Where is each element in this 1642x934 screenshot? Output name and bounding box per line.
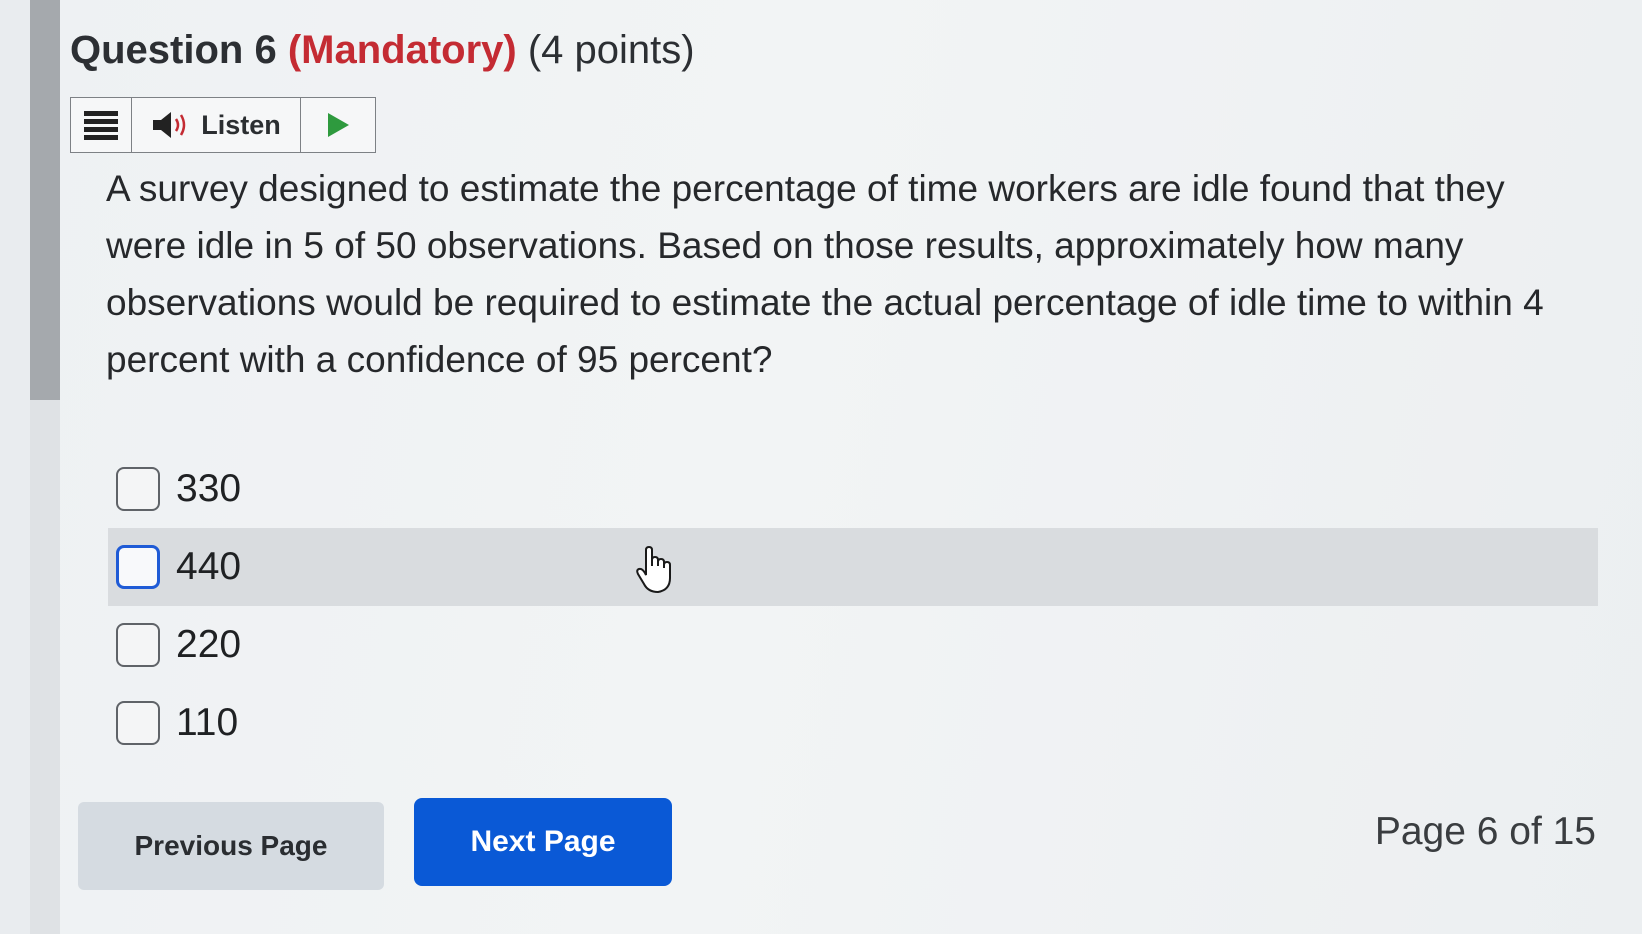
option-label: 110 — [176, 701, 239, 744]
listen-button[interactable]: Listen — [132, 98, 301, 152]
readspeaker-toolbar: Listen — [70, 97, 376, 153]
previous-page-button[interactable]: Previous Page — [78, 802, 384, 890]
next-page-button[interactable]: Next Page — [414, 798, 672, 886]
hamburger-icon — [84, 108, 118, 143]
option-330[interactable]: 330 — [108, 450, 1598, 528]
listen-label: Listen — [201, 109, 281, 140]
left-margin — [30, 400, 60, 934]
page-indicator: Page 6 of 15 — [1374, 810, 1596, 853]
option-440[interactable]: 440 — [108, 528, 1598, 606]
answer-options: 330 440 220 110 — [108, 450, 1598, 762]
option-checkbox[interactable] — [116, 701, 160, 745]
left-scroll-indicator — [30, 0, 60, 400]
question-title: Question 6 (Mandatory) (4 points) — [70, 28, 695, 73]
question-number: Question 6 — [70, 28, 277, 72]
option-label: 330 — [176, 467, 242, 510]
option-label: 220 — [176, 623, 242, 666]
option-checkbox[interactable] — [116, 623, 160, 667]
option-checkbox[interactable] — [116, 467, 160, 511]
option-label: 440 — [176, 545, 242, 588]
hand-cursor-icon — [636, 546, 671, 594]
option-checkbox[interactable] — [116, 545, 160, 589]
play-button[interactable] — [301, 98, 375, 152]
option-110[interactable]: 110 — [108, 684, 1598, 762]
question-text: A survey designed to estimate the percen… — [106, 168, 1544, 380]
play-icon — [328, 113, 349, 137]
speaker-icon — [153, 112, 186, 138]
option-220[interactable]: 220 — [108, 606, 1598, 684]
points-label: (4 points) — [527, 28, 695, 72]
readspeaker-menu-button[interactable] — [71, 98, 132, 152]
mandatory-label: (Mandatory) — [287, 28, 517, 72]
